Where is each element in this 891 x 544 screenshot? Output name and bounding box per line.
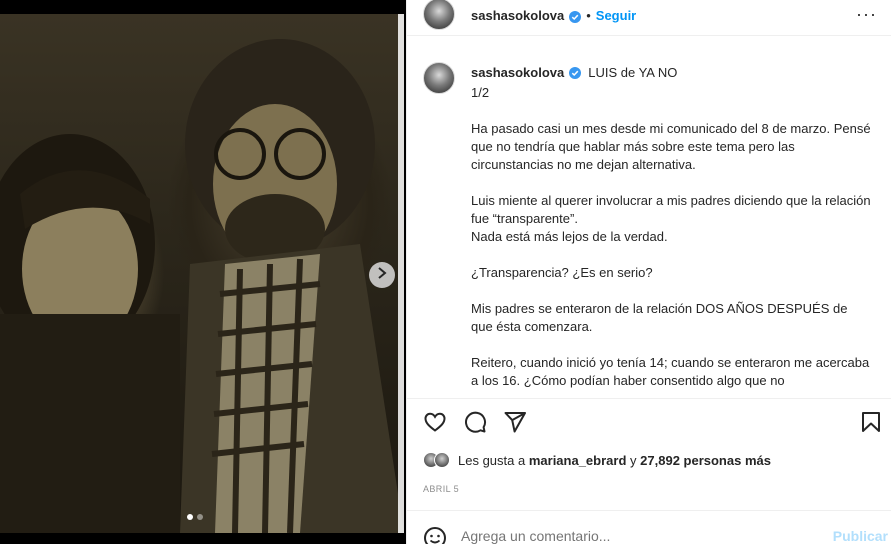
caption: sashasokolova LUIS de YA NO 1/2 Ha pasad… <box>407 56 891 396</box>
bookmark-icon[interactable] <box>859 410 883 434</box>
carousel-next-button[interactable] <box>369 262 395 288</box>
verified-badge-icon <box>569 66 582 79</box>
likes-summary: Les gusta a mariana_ebrard y 27,892 pers… <box>423 452 771 468</box>
divider <box>407 398 891 399</box>
likes-conjunction: y <box>630 452 637 468</box>
post-date[interactable]: ABRIL 5 <box>423 484 459 494</box>
heart-icon[interactable] <box>423 410 447 434</box>
likes-count-link[interactable]: 27,892 personas más <box>640 453 771 468</box>
likes-prefix: Les gusta a <box>458 452 526 468</box>
likes-text: Les gusta a mariana_ebrard y 27,892 pers… <box>458 453 771 468</box>
carousel-dot-1 <box>187 514 193 520</box>
photo-illustration <box>0 14 404 533</box>
caption-body: 1/2 Ha pasado casi un mes desde mi comun… <box>471 84 871 396</box>
carousel-dot-2 <box>197 514 203 520</box>
caption-paragraph: 1/2 <box>471 85 490 100</box>
caption-paragraph: Luis miente al querer involucrar a mis p… <box>471 193 871 244</box>
avatar <box>434 452 450 468</box>
comment-box: Publicar <box>407 520 891 544</box>
chevron-right-icon <box>377 266 387 284</box>
action-bar <box>423 410 883 434</box>
verified-badge-icon <box>569 10 582 23</box>
carousel-indicator <box>187 514 203 520</box>
post-photo <box>0 14 404 533</box>
publish-button[interactable]: Publicar <box>833 528 888 544</box>
caption-paragraph: ¿Transparencia? ¿Es en serio? <box>471 265 653 280</box>
caption-paragraph: Reitero, cuando inició yo tenía 14; cuan… <box>471 355 870 388</box>
likes-user-link[interactable]: mariana_ebrard <box>529 453 627 468</box>
header-username[interactable]: sashasokolova <box>471 8 564 23</box>
caption-paragraph: Mis padres se enteraron de la relación D… <box>471 301 848 334</box>
more-options-icon[interactable]: ··· <box>856 4 877 25</box>
avatar[interactable] <box>423 0 455 30</box>
caption-title: LUIS de YA NO <box>588 65 678 80</box>
post-header: sashasokolova • Seguir ··· <box>407 0 891 36</box>
caption-paragraph: Ha pasado casi un mes desde mi comunicad… <box>471 121 871 172</box>
share-icon[interactable] <box>503 410 527 434</box>
caption-username[interactable]: sashasokolova <box>471 65 564 80</box>
post-media <box>0 0 406 544</box>
post-panel: sashasokolova • Seguir ··· sashasokolova… <box>406 0 891 544</box>
emoji-icon[interactable] <box>423 526 447 544</box>
comment-input[interactable] <box>461 528 821 544</box>
header-separator: • <box>586 8 591 23</box>
comment-icon[interactable] <box>463 410 487 434</box>
follow-button[interactable]: Seguir <box>596 8 636 23</box>
caption-avatar[interactable] <box>423 62 455 94</box>
divider <box>407 510 891 511</box>
header-user: sashasokolova • Seguir <box>471 8 636 23</box>
caption-header: sashasokolova LUIS de YA NO <box>471 65 677 80</box>
